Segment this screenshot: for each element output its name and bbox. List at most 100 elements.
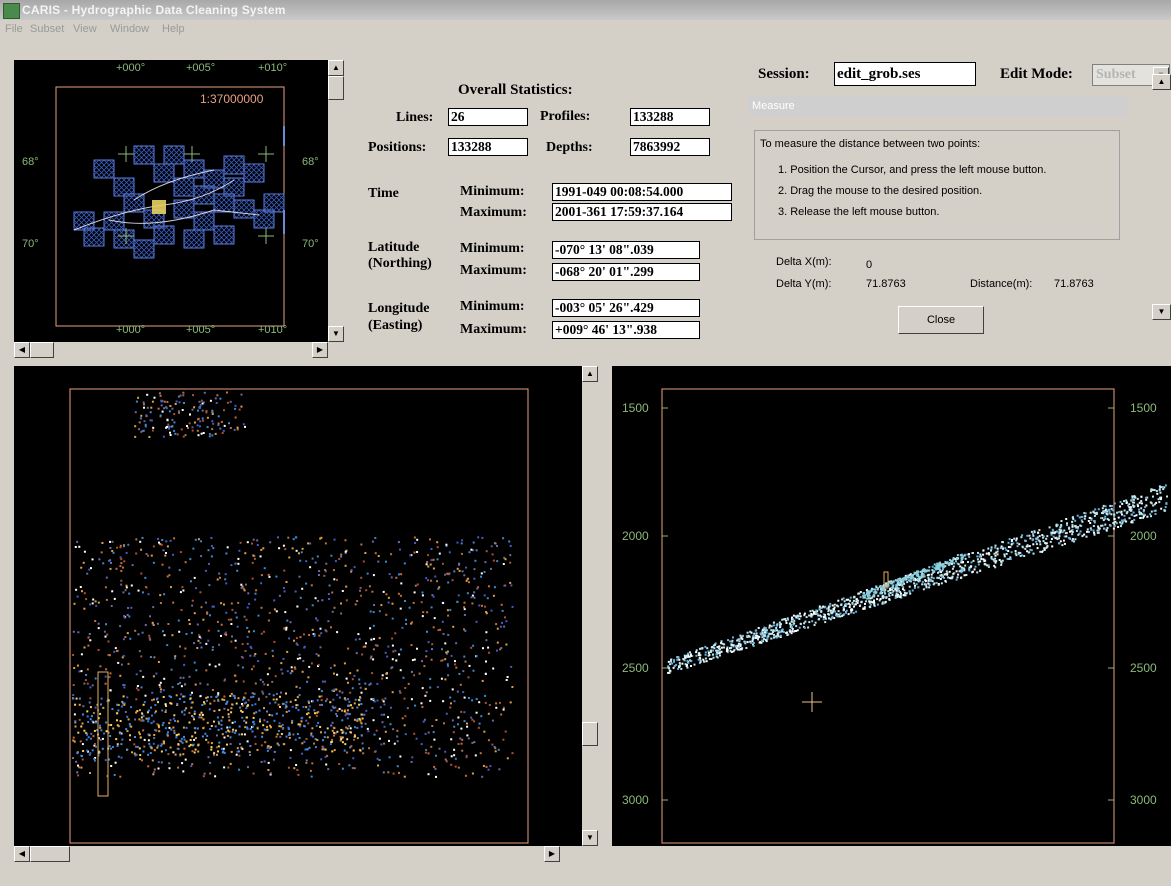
sounding-point xyxy=(275,698,278,701)
scroll-right-icon[interactable]: ▶ xyxy=(312,342,328,358)
sounding-point xyxy=(221,733,224,736)
sounding-point xyxy=(199,641,202,644)
sounding-point xyxy=(333,578,336,581)
sounding-point xyxy=(500,647,503,649)
scroll-thumb[interactable] xyxy=(582,722,598,746)
overview-hscrollbar[interactable]: ◀ ▶ xyxy=(14,342,328,358)
sounding-point xyxy=(340,553,343,556)
profile-point xyxy=(732,636,734,639)
sounding-point xyxy=(218,722,221,725)
menu-window[interactable]: Window xyxy=(110,20,149,38)
scroll-up-icon[interactable]: ▲ xyxy=(328,60,344,76)
profile-point xyxy=(876,598,879,601)
sounding-point xyxy=(496,545,498,547)
profile-point xyxy=(1110,513,1113,516)
sounding-point xyxy=(273,640,276,643)
profile-point xyxy=(1104,515,1107,518)
profile-point xyxy=(1072,518,1075,521)
sounding-point xyxy=(230,564,233,567)
sounding-point xyxy=(255,711,258,714)
sounding-point xyxy=(173,714,176,717)
distance-label: Distance(m): xyxy=(970,278,1033,290)
sounding-point xyxy=(244,425,246,428)
profile-point xyxy=(1074,519,1077,522)
scroll-down-icon[interactable]: ▼ xyxy=(1152,304,1171,320)
plan-view[interactable] xyxy=(14,366,582,846)
sounding-point xyxy=(288,710,291,712)
sounding-point xyxy=(491,743,494,746)
sounding-point xyxy=(491,719,494,722)
sounding-point xyxy=(191,701,194,704)
profile-ylabel-right-0: 1500 xyxy=(1130,401,1157,415)
profile-view[interactable]: 1500 2000 2500 3000 1500 2000 2500 3000 xyxy=(612,366,1171,846)
sounding-point xyxy=(238,549,241,552)
profile-point xyxy=(891,594,894,596)
scroll-up-icon[interactable]: ▲ xyxy=(1152,74,1171,90)
sounding-point xyxy=(116,649,119,652)
sounding-point xyxy=(475,711,478,714)
sounding-point xyxy=(289,672,292,675)
sounding-point xyxy=(216,578,219,581)
profile-point xyxy=(963,574,966,577)
measure-vscrollbar[interactable]: ▲ ▼ xyxy=(1152,74,1171,330)
sounding-point xyxy=(168,566,171,569)
sounding-point xyxy=(278,725,281,728)
sounding-point xyxy=(368,747,371,750)
sounding-point xyxy=(467,697,470,699)
profile-point xyxy=(851,601,854,604)
menu-help[interactable]: Help xyxy=(162,20,185,38)
sounding-point xyxy=(330,709,333,712)
sounding-point xyxy=(242,696,245,699)
scroll-down-icon[interactable]: ▼ xyxy=(328,326,344,342)
sounding-point xyxy=(138,709,141,712)
sounding-point xyxy=(362,752,365,755)
sounding-point xyxy=(502,738,505,741)
plan-vscrollbar[interactable]: ▲ ▼ xyxy=(582,366,598,846)
sounding-point xyxy=(174,719,177,722)
scroll-thumb[interactable] xyxy=(328,76,344,100)
scroll-left-icon[interactable]: ◀ xyxy=(14,846,30,862)
sounding-point xyxy=(511,605,514,608)
sounding-point xyxy=(309,566,312,569)
sounding-point xyxy=(331,591,334,594)
subset-cell xyxy=(183,229,205,249)
sounding-point xyxy=(339,736,342,739)
profile-point xyxy=(866,595,869,597)
sounding-point xyxy=(184,758,187,761)
hscroll-thumb[interactable] xyxy=(30,342,54,358)
profile-point xyxy=(695,651,698,654)
sounding-point xyxy=(119,775,122,778)
scroll-down-icon[interactable]: ▼ xyxy=(582,830,598,846)
session-field[interactable]: edit_grob.ses xyxy=(834,62,976,86)
sounding-point xyxy=(196,647,199,649)
profile-point xyxy=(974,565,977,568)
overview-vscrollbar[interactable]: ▲ ▼ xyxy=(328,60,344,342)
close-button[interactable]: Close xyxy=(898,306,984,334)
profile-point xyxy=(1164,506,1167,509)
profile-point xyxy=(1038,529,1041,532)
scroll-right-icon[interactable]: ▶ xyxy=(544,846,560,862)
sounding-point xyxy=(354,638,357,641)
sounding-point xyxy=(120,569,123,572)
sounding-point xyxy=(191,408,194,411)
sounding-point xyxy=(113,774,116,776)
sounding-point xyxy=(344,714,347,717)
sounding-point xyxy=(359,686,362,689)
sounding-point xyxy=(463,628,465,631)
hscroll-thumb[interactable] xyxy=(30,846,70,862)
sounding-point xyxy=(141,536,144,539)
sounding-point xyxy=(256,544,259,546)
overview-map[interactable]: +000° +005° +010° +000° +005° +010° 68° … xyxy=(14,60,344,342)
menu-subset[interactable]: Subset xyxy=(30,20,64,38)
plan-hscrollbar[interactable]: ◀ ▶ xyxy=(0,846,560,862)
sounding-point xyxy=(163,400,166,403)
sounding-point xyxy=(401,626,404,629)
sounding-point xyxy=(429,699,432,702)
menu-view[interactable]: View xyxy=(73,20,97,38)
sounding-point xyxy=(285,626,288,629)
scroll-up-icon[interactable]: ▲ xyxy=(582,366,598,382)
menu-file[interactable]: File xyxy=(5,20,23,38)
sounding-point xyxy=(247,592,250,595)
scroll-left-icon[interactable]: ◀ xyxy=(14,342,30,358)
sounding-point xyxy=(140,572,143,575)
